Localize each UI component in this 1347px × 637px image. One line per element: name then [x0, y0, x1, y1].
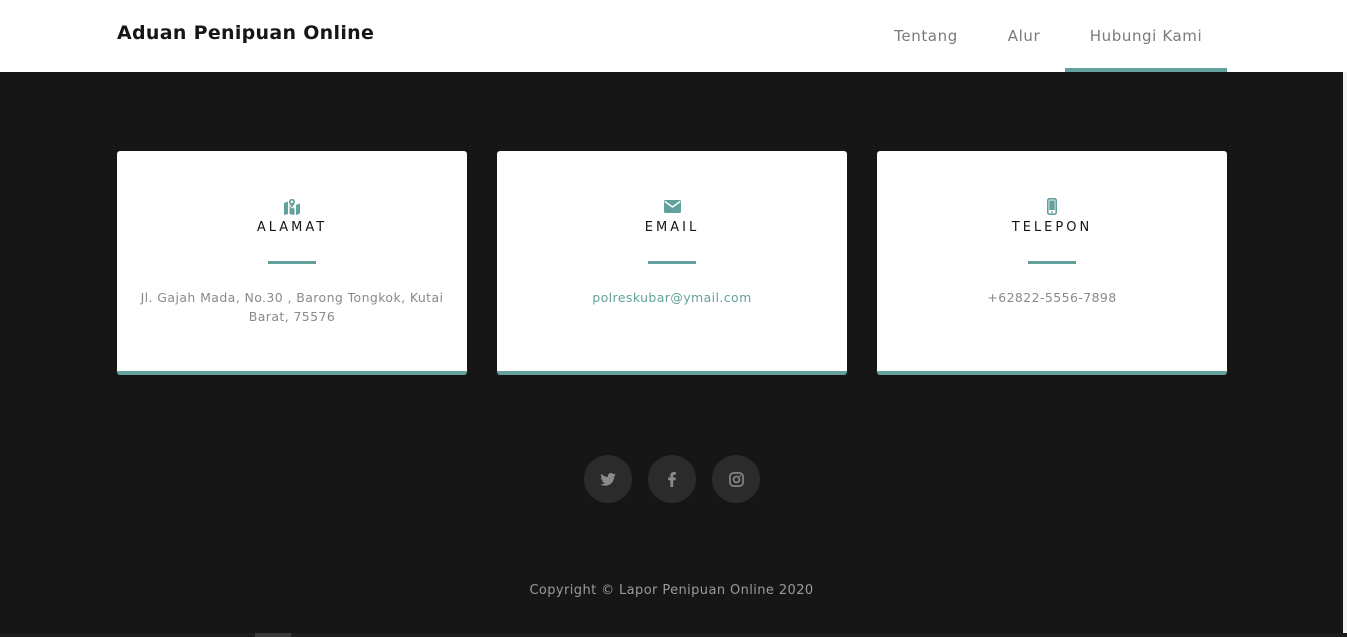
navbar: Aduan Penipuan Online Tentang Alur Hubun… [0, 0, 1347, 72]
nav-link-label: Hubungi Kami [1089, 27, 1203, 45]
nav-link-tentang[interactable]: Tentang [872, 0, 980, 72]
vertical-scrollbar[interactable] [1343, 72, 1347, 637]
nav-link-label: Tentang [894, 27, 958, 45]
instagram-icon [728, 471, 744, 487]
horizontal-scrollbar[interactable] [0, 633, 1347, 637]
contact-section: Alamat Jl. Gajah Mada, No.30 , Barong To… [117, 151, 1227, 375]
contact-card-alamat: Alamat Jl. Gajah Mada, No.30 , Barong To… [117, 151, 467, 375]
instagram-button[interactable] [712, 455, 760, 503]
map-marked-icon [117, 197, 467, 215]
card-title: Alamat [256, 220, 328, 235]
card-divider [1028, 261, 1076, 264]
card-divider [268, 261, 316, 264]
address-text: Jl. Gajah Mada, No.30 , Barong Tongkok, … [140, 290, 444, 324]
horizontal-scrollbar-thumb[interactable] [255, 633, 291, 637]
nav-link-label: Alur [1007, 27, 1041, 45]
mobile-phone-icon [877, 197, 1227, 215]
twitter-button[interactable] [584, 455, 632, 503]
social-links [0, 455, 1347, 503]
contact-card-telepon: Telepon +62822-5556-7898 [877, 151, 1227, 375]
contact-card-email: Email polreskubar@ymail.com [497, 151, 847, 375]
facebook-icon [668, 471, 676, 487]
card-title: Telepon [1011, 220, 1093, 235]
nav-link-alur[interactable]: Alur [990, 0, 1058, 72]
email-link[interactable]: polreskubar@ymail.com [515, 288, 829, 307]
facebook-button[interactable] [648, 455, 696, 503]
phone-text: +62822-5556-7898 [987, 290, 1117, 305]
nav-links: Tentang Alur Hubungi Kami [0, 0, 1347, 72]
envelope-icon [497, 197, 847, 215]
card-title: Email [644, 220, 700, 235]
card-divider [648, 261, 696, 264]
twitter-icon [600, 472, 616, 486]
nav-link-hubungi-kami[interactable]: Hubungi Kami [1065, 0, 1227, 72]
copyright-text: Copyright © Lapor Penipuan Online 2020 [529, 583, 814, 598]
